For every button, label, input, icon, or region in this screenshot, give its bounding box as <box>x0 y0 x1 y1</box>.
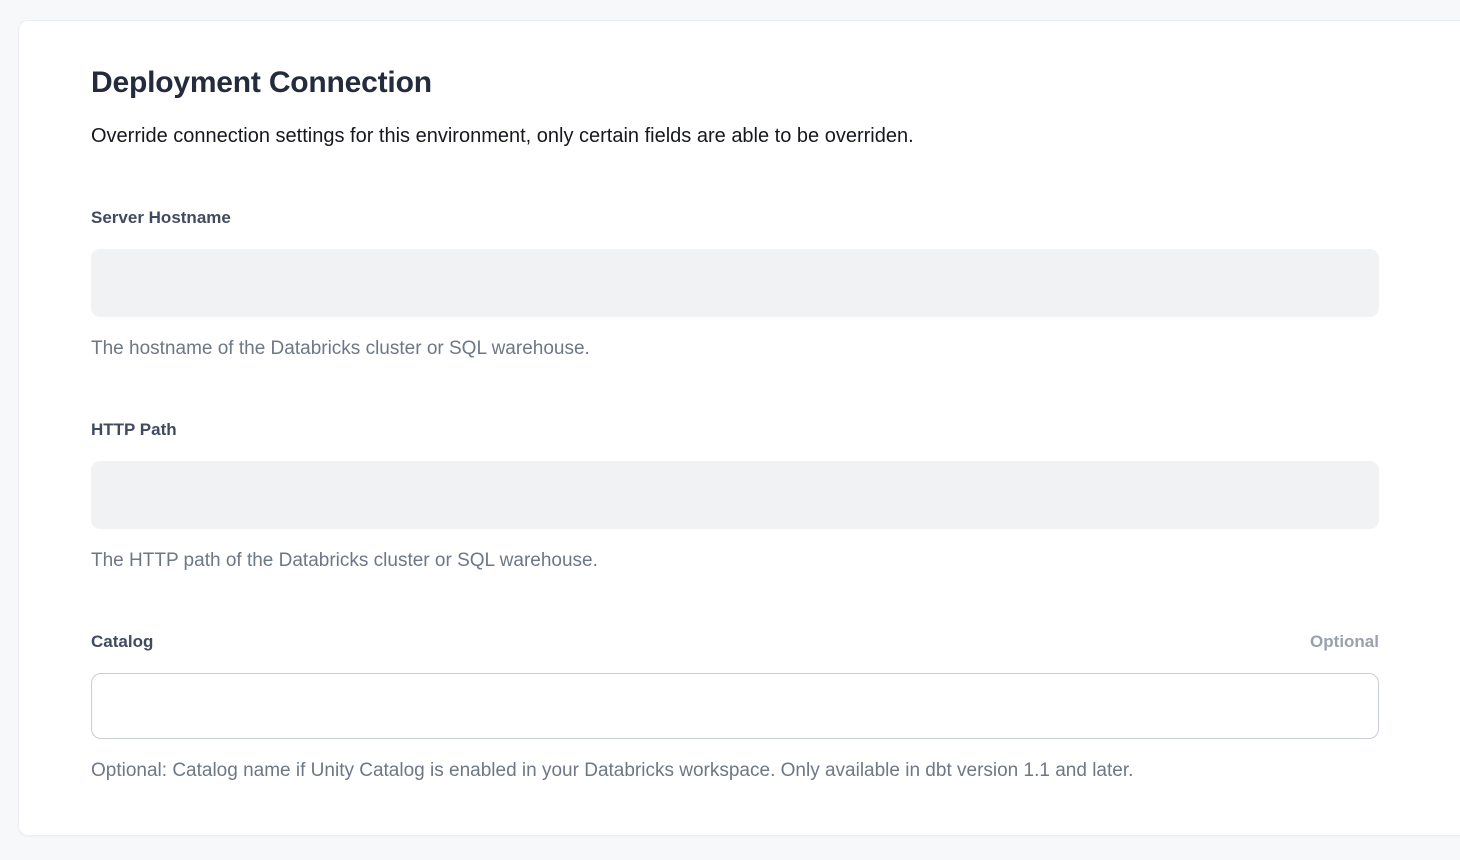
optional-badge: Optional <box>1310 631 1379 653</box>
field-server-hostname: Server Hostname The hostname of the Data… <box>91 207 1379 362</box>
catalog-label: Catalog <box>91 631 153 653</box>
page-subtitle: Override connection settings for this en… <box>91 122 1379 150</box>
http-path-help: The HTTP path of the Databricks cluster … <box>91 548 1379 574</box>
deployment-connection-card: Deployment Connection Override connectio… <box>18 20 1460 836</box>
catalog-help: Optional: Catalog name if Unity Catalog … <box>91 758 1379 784</box>
field-http-path: HTTP Path The HTTP path of the Databrick… <box>91 419 1379 574</box>
http-path-label: HTTP Path <box>91 419 177 441</box>
server-hostname-help: The hostname of the Databricks cluster o… <box>91 336 1379 362</box>
page-title: Deployment Connection <box>91 65 1379 101</box>
server-hostname-input <box>91 249 1379 317</box>
catalog-input[interactable] <box>91 673 1379 739</box>
http-path-input <box>91 461 1379 529</box>
server-hostname-label: Server Hostname <box>91 207 231 229</box>
field-catalog: Catalog Optional Optional: Catalog name … <box>91 631 1379 784</box>
